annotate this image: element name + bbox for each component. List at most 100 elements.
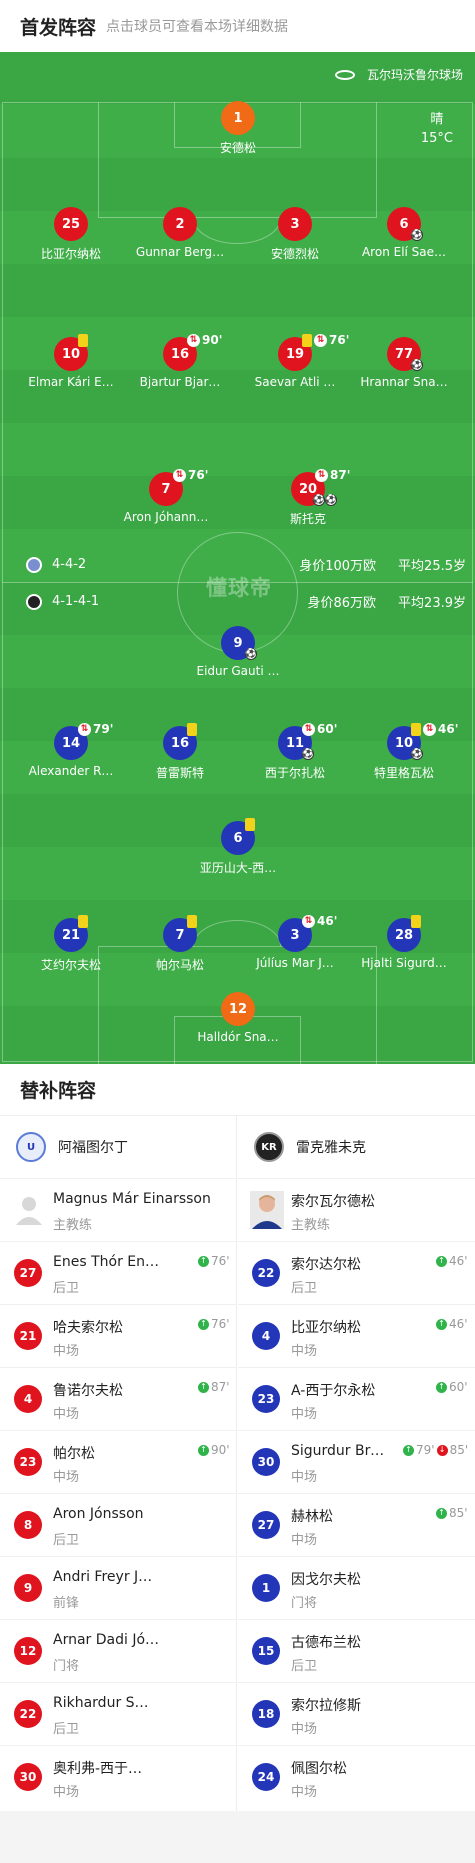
venue-name: 瓦尔玛沃鲁尔球场	[366, 68, 463, 82]
home-coach-row[interactable]: Magnus Már Einarsson 主教练	[0, 1179, 236, 1242]
player-name: 古德布兰松	[291, 1635, 361, 1651]
sub-player-row[interactable]: 12 Arnar Dadi Jó… 门将	[0, 1620, 236, 1683]
away-player[interactable]: 7 帕尔马松	[125, 915, 235, 973]
player-name: Gunnar Berg…	[135, 245, 225, 259]
player-position: 中场	[53, 1470, 80, 1485]
away-player[interactable]: 11 ⇅ 60' ⚽ 西于尔扎松	[240, 722, 350, 781]
sub-player-row[interactable]: 24 佩图尔松 中场	[238, 1746, 475, 1809]
sub-player-row[interactable]: 22 Rikhardur Sm… 后卫	[0, 1683, 236, 1746]
home-average-age: 平均25.5岁	[398, 559, 466, 574]
sub-in-icon: ↑	[436, 1507, 447, 1519]
sub-in-event: ↑ 46'	[436, 1254, 468, 1268]
sub-player-row[interactable]: 23 帕尔松 中场 ↑ 90'	[0, 1431, 236, 1494]
away-player[interactable]: 28 Hjalti Sigurd…	[349, 915, 459, 970]
home-team-name: 阿福图尔丁	[58, 1140, 128, 1156]
away-team-logo-icon	[26, 593, 42, 610]
home-player[interactable]: 19 ⇅ 76' Saevar Atli …	[240, 333, 350, 389]
player-position: 中场	[291, 1722, 318, 1737]
home-player[interactable]: 1 安德松	[183, 101, 293, 156]
sub-player-row[interactable]: 21 哈夫索尔松 中场 ↑ 76'	[0, 1305, 236, 1368]
away-player[interactable]: 3 ⇅ 46' Júlíus Mar J…	[240, 914, 350, 970]
player-name: Sigurdur Brek…	[291, 1443, 389, 1459]
home-player[interactable]: 16 ⇅ 90' Bjartur Bjar…	[125, 333, 235, 389]
player-name: 索尔达尔松	[291, 1257, 361, 1273]
away-player[interactable]: 6 亚历山大-西…	[183, 818, 293, 876]
player-name: Hrannar Sna…	[360, 375, 448, 389]
sub-player-row[interactable]: 8 Aron Jónsson 后卫	[0, 1494, 236, 1557]
yellow-card-icon	[411, 723, 421, 736]
sub-in-minute: 87'	[211, 1380, 230, 1394]
sub-minute: 87'	[330, 468, 351, 482]
substitution-icon: ⇅	[302, 723, 315, 736]
home-player[interactable]: 77 ⚽ Hrannar Sna…	[349, 337, 459, 389]
away-formation: 4-1-4-1	[52, 594, 100, 609]
football-icon: ⚽	[325, 494, 337, 506]
player-name: 艾约尔夫松	[40, 958, 101, 972]
player-number: 27	[252, 1511, 280, 1539]
sub-in-icon: ↑	[198, 1255, 209, 1267]
sub-player-row[interactable]: 4 比亚尔纳松 中场 ↑ 46'	[238, 1305, 475, 1368]
home-player[interactable]: 3 安德烈松	[240, 207, 350, 262]
sub-in-icon: ↑	[198, 1444, 209, 1456]
away-player[interactable]: 12 Halldór Sna…	[183, 992, 293, 1044]
home-player[interactable]: 6 ⚽ Aron Elí Sae…	[349, 207, 459, 259]
player-position: 中场	[53, 1407, 80, 1422]
sub-player-row[interactable]: 1 因戈尔夫松 门将	[238, 1557, 475, 1620]
player-number: 9	[14, 1574, 42, 1602]
player-name: Júlíus Mar J…	[256, 956, 334, 970]
home-player[interactable]: 7 ⇅ 76' Aron Jóhann…	[111, 468, 221, 524]
away-team-header[interactable]: KR 雷克雅未克	[238, 1116, 475, 1179]
away-player[interactable]: 21 艾约尔夫松	[16, 915, 126, 973]
away-player[interactable]: 9 ⚽ Eidur Gauti …	[183, 626, 293, 678]
player-position: 后卫	[53, 1533, 80, 1548]
away-coach-row[interactable]: 索尔瓦尔德松 主教练	[238, 1179, 475, 1242]
home-player[interactable]: 20 ⇅ 87' ⚽ ⚽ 斯托克	[253, 468, 363, 527]
home-player[interactable]: 10 Elmar Kári E…	[16, 334, 126, 389]
player-position: 后卫	[291, 1659, 318, 1674]
football-icon: ⚽	[302, 748, 314, 760]
away-formation-row: 4-1-4-1 身价86万欧 平均23.9岁	[26, 592, 466, 611]
player-name: Arnar Dadi Jó…	[53, 1632, 160, 1648]
sub-player-row[interactable]: 15 古德布兰松 后卫	[238, 1620, 475, 1683]
sub-minute: 76'	[329, 333, 350, 347]
player-name: 帕尔松	[53, 1446, 95, 1462]
player-number: 10 ⇅ 46' ⚽	[387, 722, 458, 760]
player-position: 中场	[53, 1344, 80, 1359]
player-position: 后卫	[53, 1722, 80, 1737]
player-name: Elmar Kári E…	[28, 375, 114, 389]
sub-player-row[interactable]: 30 Sigurdur Brek… 中场 ↑79'↓85'	[238, 1431, 475, 1494]
away-player[interactable]: 10 ⇅ 46' ⚽ 特里格瓦松	[349, 722, 459, 781]
sub-player-row[interactable]: 30 奥利弗-西于… 中场	[0, 1746, 236, 1809]
home-team-header[interactable]: U 阿福图尔丁	[0, 1116, 236, 1179]
player-position: 前锋	[53, 1596, 80, 1611]
player-number: 3	[278, 207, 312, 241]
player-number: 16	[163, 723, 197, 760]
home-player[interactable]: 2 Gunnar Berg…	[125, 207, 235, 259]
away-player[interactable]: 14 ⇅ 79' Alexander R…	[16, 722, 126, 778]
player-number: 24	[252, 1763, 280, 1791]
player-number: 9 ⚽	[221, 626, 257, 660]
player-name: 帕尔马松	[155, 958, 204, 972]
player-name: 比亚尔纳松	[40, 247, 101, 261]
sub-in-minute: 60'	[449, 1380, 468, 1394]
player-number: 25	[54, 207, 88, 241]
sub-minute: 79'	[93, 722, 114, 736]
sub-player-row[interactable]: 9 Andri Freyr J… 前锋	[0, 1557, 236, 1620]
sub-player-row[interactable]: 27 Enes Thór En… 后卫 ↑ 76'	[0, 1242, 236, 1305]
player-number: 28	[387, 915, 421, 952]
sub-player-row[interactable]: 22 索尔达尔松 后卫 ↑ 46'	[238, 1242, 475, 1305]
player-name: Aron Elí Sae…	[361, 245, 447, 259]
sub-in-event: ↑ 76'	[198, 1254, 230, 1268]
sub-in-event: ↑ 60'	[436, 1380, 468, 1394]
yellow-card-icon	[245, 818, 255, 831]
sub-player-row[interactable]: 18 索尔拉修斯 中场	[238, 1683, 475, 1746]
yellow-card-icon	[302, 334, 312, 347]
sub-in-out-event: ↑ 79' ↓ 85'	[403, 1443, 468, 1457]
sub-player-row[interactable]: 4 鲁诺尔夫松 中场 ↑ 87'	[0, 1368, 236, 1431]
sub-player-row[interactable]: 23 A-西于尔永松 中场 ↑ 60'	[238, 1368, 475, 1431]
sub-in-icon: ↑	[436, 1318, 447, 1330]
sub-player-row[interactable]: 27 赫林松 中场 ↑ 85'	[238, 1494, 475, 1557]
away-player[interactable]: 16 普雷斯特	[125, 723, 235, 781]
home-team-logo-icon	[26, 556, 42, 573]
home-player[interactable]: 25 比亚尔纳松	[16, 207, 126, 262]
